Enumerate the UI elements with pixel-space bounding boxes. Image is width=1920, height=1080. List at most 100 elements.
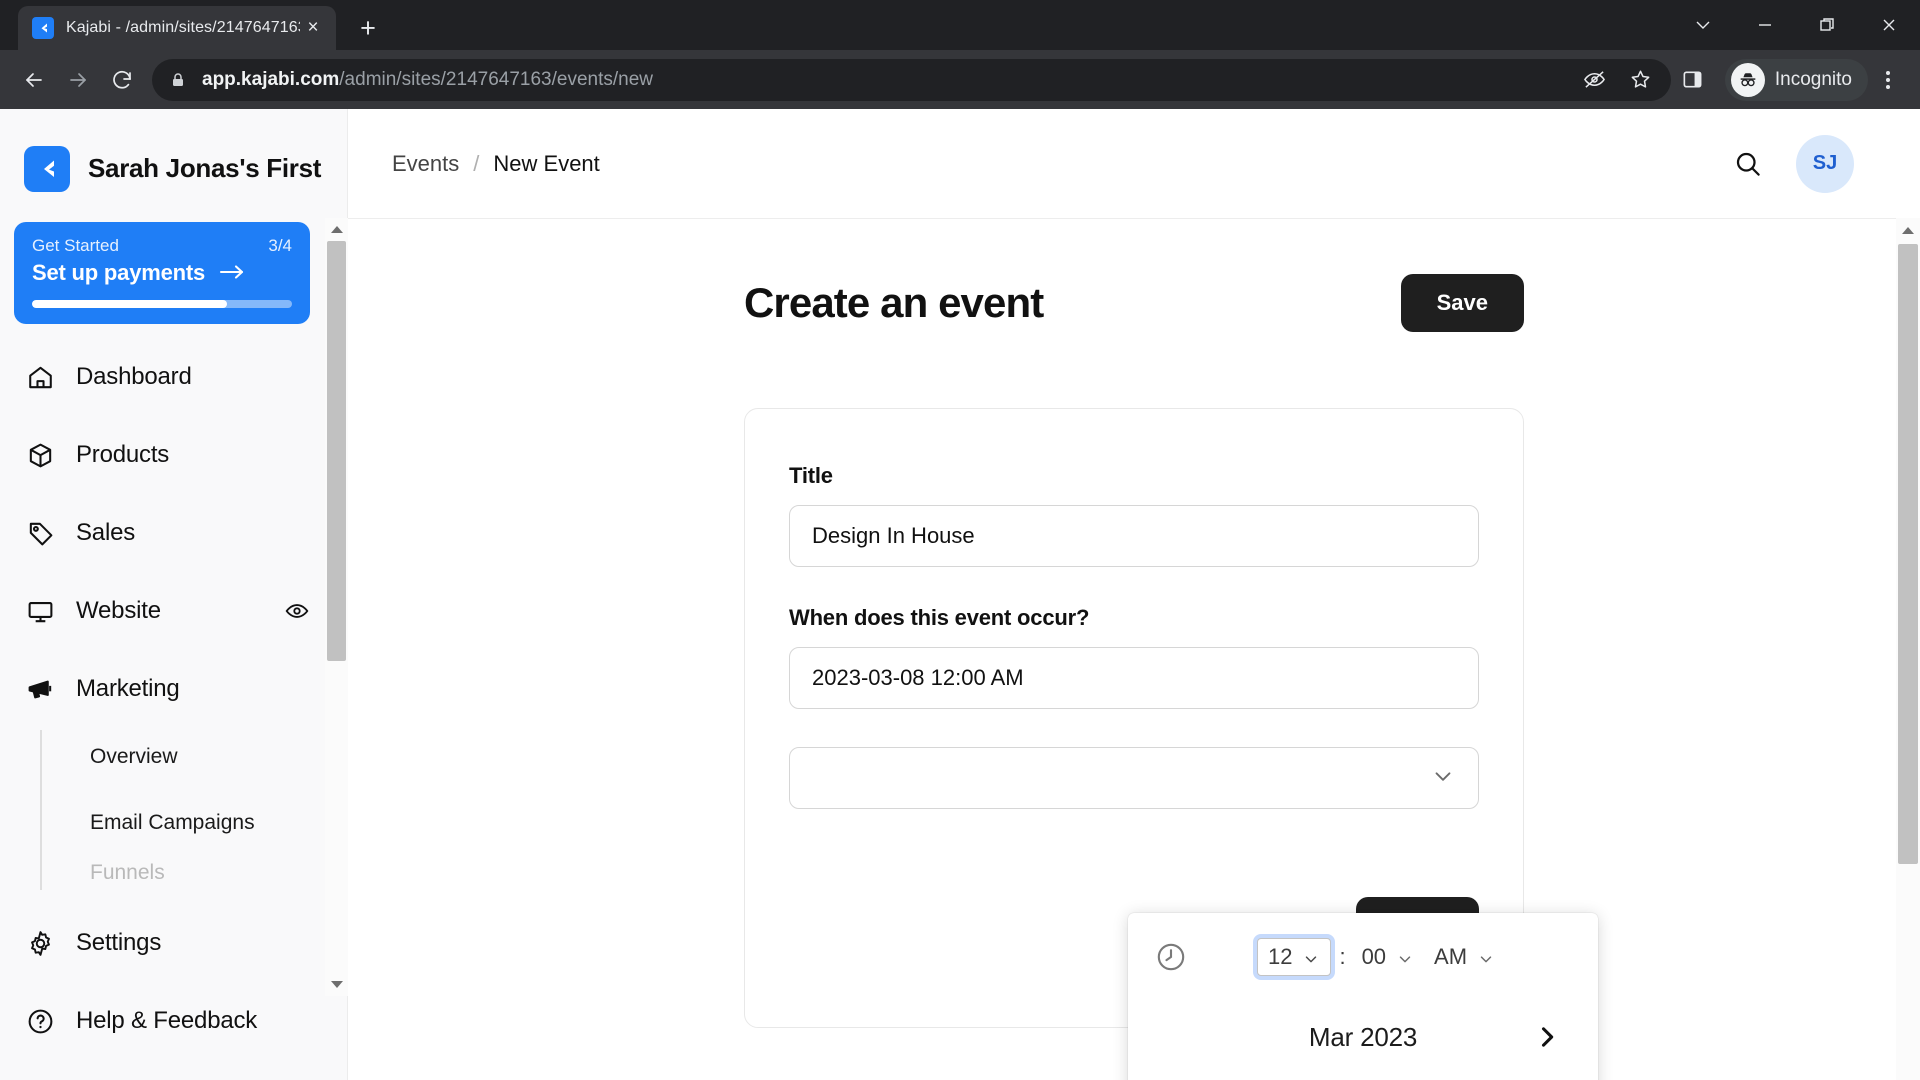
profile-incognito-button[interactable]: Incognito: [1724, 58, 1868, 101]
field-when-label: When does this event occur?: [789, 605, 1090, 630]
field-when: When does this event occur?: [789, 605, 1479, 709]
weekday-label: Mo: [1214, 1073, 1274, 1080]
browser-tab[interactable]: Kajabi - /admin/sites/2147647163 ×: [18, 6, 336, 50]
field-title: Title: [789, 463, 1479, 567]
sidebar-item-website[interactable]: Website: [0, 572, 330, 650]
meridiem-select[interactable]: AM: [1426, 940, 1503, 974]
field-select: [789, 747, 1479, 809]
event-datetime-input[interactable]: [789, 647, 1479, 709]
sidebar-bottom-nav: Settings Help & Feedback: [0, 904, 330, 1080]
sidebar-subitem-overview[interactable]: Overview: [54, 724, 330, 790]
sidebar-item-marketing[interactable]: Marketing: [0, 650, 330, 728]
page-viewport: Sarah Jonas's First Get Started 3/4 Set …: [0, 109, 1920, 1080]
omnibox-icons: [1573, 58, 1663, 102]
sidebar-item-sales[interactable]: Sales: [0, 494, 330, 572]
eye-icon[interactable]: [284, 598, 310, 624]
get-started-count: 3/4: [268, 236, 292, 255]
get-started-label: Get Started: [32, 236, 119, 255]
content-topbar: Events / New Event SJ: [348, 109, 1920, 219]
kajabi-logo-icon: [24, 145, 70, 192]
breadcrumb-separator: /: [473, 150, 480, 176]
get-started-title: Set up payments: [32, 260, 206, 285]
time-colon: :: [1339, 944, 1346, 969]
meridiem-value: AM: [1434, 944, 1468, 969]
side-panel-icon[interactable]: [1671, 58, 1715, 102]
restore-icon[interactable]: [1796, 0, 1858, 50]
main-scroll-area: Create an event Save Title When does thi…: [348, 219, 1920, 1080]
star-icon[interactable]: [1619, 58, 1663, 102]
scroll-up-icon[interactable]: [1896, 218, 1920, 242]
sidebar-item-label: Sales: [76, 519, 136, 546]
box-icon: [24, 439, 56, 471]
tab-title: Kajabi - /admin/sites/2147647163: [66, 19, 300, 36]
scroll-down-icon[interactable]: [325, 973, 348, 996]
sidebar-scroll-area: Get Started 3/4 Set up payments Dashboar…: [0, 204, 330, 999]
tag-icon: [24, 517, 56, 549]
minute-select[interactable]: 00: [1354, 940, 1422, 974]
title-input[interactable]: [789, 505, 1479, 567]
three-dots-icon[interactable]: [1868, 58, 1908, 102]
forward-icon[interactable]: [56, 58, 100, 102]
sidebar-item-settings[interactable]: Settings: [0, 904, 330, 982]
field-title-label: Title: [789, 463, 833, 488]
back-icon[interactable]: [12, 58, 56, 102]
close-icon[interactable]: [1858, 0, 1920, 50]
breadcrumb: Events / New Event: [392, 151, 1726, 177]
lock-icon: [170, 72, 186, 88]
datepicker-month-row: Mar 2023: [1154, 1001, 1572, 1073]
sidebar-subitem-funnels[interactable]: Funnels: [54, 856, 330, 890]
datepicker-popup: 12 : 00 AM Mar 2023: [1128, 913, 1598, 1080]
new-tab-button[interactable]: +: [350, 10, 386, 46]
sidebar-item-products[interactable]: Products: [0, 416, 330, 494]
page-title: Create an event: [744, 279, 1044, 326]
scroll-up-icon[interactable]: [325, 218, 348, 241]
breadcrumb-parent[interactable]: Events: [392, 151, 459, 177]
topbar-actions: SJ: [1726, 134, 1854, 193]
sidebar-item-dashboard[interactable]: Dashboard: [0, 338, 330, 416]
home-icon: [24, 361, 56, 393]
eye-slash-icon[interactable]: [1573, 58, 1617, 102]
sidebar-scrollbar[interactable]: [325, 218, 348, 996]
page-scrollbar[interactable]: [1896, 218, 1920, 1080]
search-icon[interactable]: [1726, 142, 1770, 186]
address-bar[interactable]: app.kajabi.com/admin/sites/2147647163/ev…: [152, 58, 1671, 102]
sidebar-item-help-feedback[interactable]: Help & Feedback: [0, 982, 330, 1060]
hour-value: 12: [1267, 944, 1293, 969]
clock-icon: [1154, 940, 1188, 974]
datepicker-weekday-row: Su Mo Tu We Th Fr Sa: [1154, 1073, 1572, 1080]
event-select[interactable]: [789, 747, 1479, 809]
kajabi-logo-icon: [32, 17, 54, 39]
brand-name: Sarah Jonas's First: [88, 153, 322, 183]
page-scrollbar-thumb[interactable]: [1898, 244, 1918, 864]
chevron-down-icon: [1477, 948, 1495, 966]
arrow-right-icon: [219, 262, 245, 284]
save-button-top[interactable]: Save: [1400, 274, 1524, 332]
browser-titlebar: Kajabi - /admin/sites/2147647163 × +: [0, 0, 1920, 50]
url-domain: app.kajabi.com: [202, 68, 340, 90]
hour-select[interactable]: 12: [1256, 938, 1332, 976]
sidebar-item-label: Help & Feedback: [76, 1007, 258, 1034]
weekday-label: Su: [1154, 1073, 1214, 1080]
question-circle-icon: [24, 1005, 56, 1037]
month-label: Mar 2023: [1308, 1021, 1418, 1052]
sidebar-scrollbar-thumb[interactable]: [327, 241, 346, 661]
datepicker-time-row: 12 : 00 AM: [1154, 913, 1572, 1001]
reload-icon[interactable]: [100, 58, 144, 102]
minimize-icon[interactable]: [1734, 0, 1796, 50]
url-path: /admin/sites/2147647163/events/new: [339, 68, 653, 90]
browser-window: Kajabi - /admin/sites/2147647163 × + app…: [0, 0, 1920, 1080]
megaphone-icon: [24, 673, 56, 705]
main-content: Events / New Event SJ Create an event Sa…: [348, 109, 1920, 1080]
page-header-row: Create an event Save: [744, 274, 1524, 332]
close-icon[interactable]: ×: [300, 15, 326, 41]
url-text: app.kajabi.com/admin/sites/2147647163/ev…: [202, 69, 1573, 91]
chevron-down-icon[interactable]: [1672, 0, 1734, 50]
chevron-right-icon[interactable]: [1530, 1020, 1564, 1054]
get-started-progress: [32, 300, 292, 308]
sidebar-subitem-email-campaigns[interactable]: Email Campaigns: [54, 790, 330, 856]
weekday-label: Tu: [1273, 1073, 1333, 1080]
browser-toolbar: app.kajabi.com/admin/sites/2147647163/ev…: [0, 50, 1920, 109]
get-started-card[interactable]: Get Started 3/4 Set up payments: [14, 222, 310, 324]
avatar[interactable]: SJ: [1796, 134, 1854, 193]
brand-header[interactable]: Sarah Jonas's First: [0, 109, 347, 204]
